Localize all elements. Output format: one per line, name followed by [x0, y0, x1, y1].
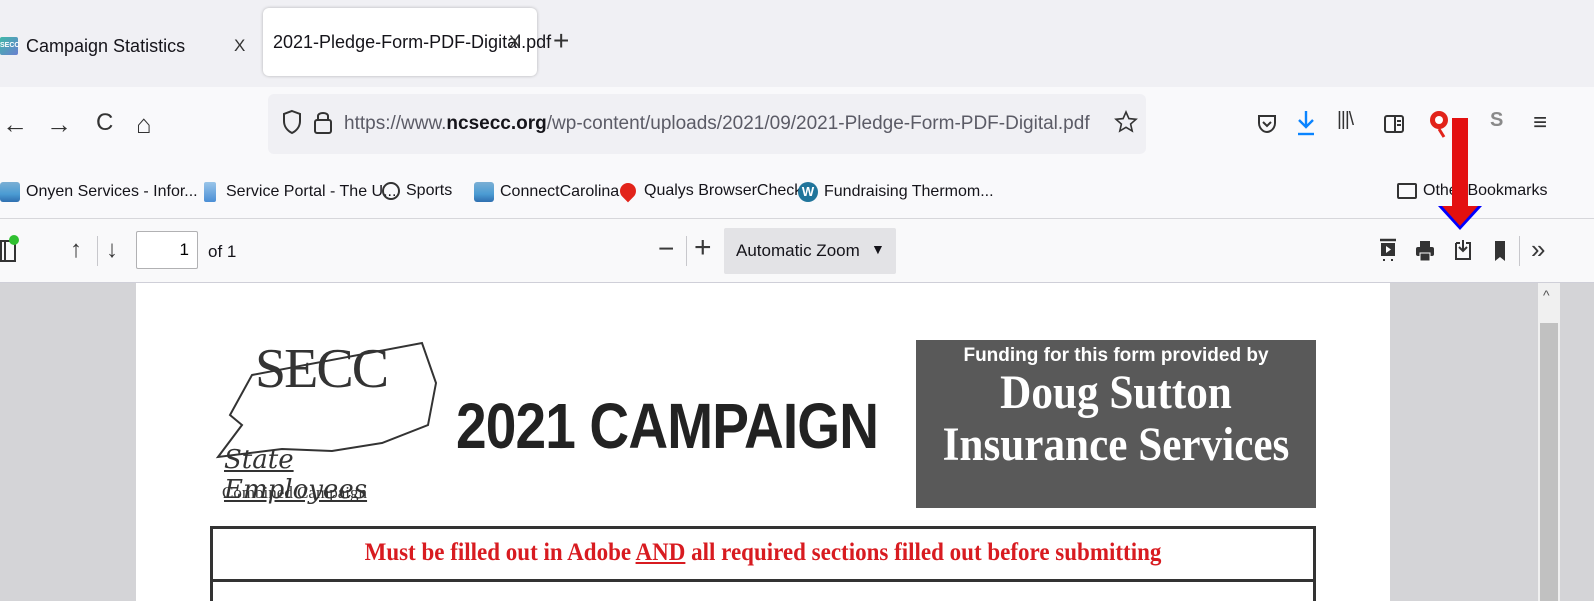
- home-button[interactable]: ⌂: [136, 109, 152, 140]
- toggle-sidebar-icon[interactable]: [0, 235, 20, 265]
- back-button[interactable]: ←: [2, 109, 28, 140]
- bookmark-connectcarolina[interactable]: ConnectCarolina: [474, 182, 619, 202]
- close-tab-icon[interactable]: X: [234, 36, 245, 56]
- bookmark-label: Qualys BrowserCheck: [644, 182, 803, 199]
- bookmarks-bar: Onyen Services - Infor... Service Portal…: [0, 167, 1594, 219]
- tracking-shield-icon[interactable]: [282, 109, 302, 135]
- bookmark-other-bookmarks[interactable]: Other Bookmarks: [1397, 182, 1547, 200]
- funding-box: Funding for this form provided by Doug S…: [916, 340, 1316, 508]
- zoom-out-button[interactable]: −: [658, 233, 674, 265]
- navigation-toolbar: ← → C ⌂ https://www.ncsecc.org/wp-conten…: [0, 87, 1594, 167]
- sidebar-icon[interactable]: [1383, 113, 1405, 135]
- tab-strip: SECC Campaign Statistics X 2021-Pledge-F…: [0, 0, 1594, 87]
- pdf-viewer[interactable]: SECC State Employees Combined Campaign 2…: [0, 283, 1594, 601]
- toolbar-separator: [686, 236, 687, 266]
- bookmark-star-icon[interactable]: [1114, 109, 1138, 135]
- url-path: /wp-content/uploads/2021/09/2021-Pledge-…: [546, 113, 1090, 134]
- qualys-extension-icon[interactable]: [1428, 109, 1450, 139]
- wordpress-icon: W: [798, 182, 818, 202]
- notice-pre: Must be filled out in Adobe: [364, 539, 636, 566]
- scroll-up-icon[interactable]: ^: [1543, 287, 1550, 303]
- tab-pledge-form-pdf[interactable]: 2021-Pledge-Form-PDF-Digital.pdf X: [263, 8, 551, 76]
- new-tab-button[interactable]: +: [553, 25, 569, 57]
- close-tab-icon[interactable]: X: [509, 32, 520, 52]
- url-text[interactable]: https://www.ncsecc.org/wp-content/upload…: [344, 113, 1090, 135]
- page-count: of 1: [208, 242, 237, 261]
- presentation-mode-icon[interactable]: [1378, 238, 1398, 264]
- zoom-select-value: Automatic Zoom: [736, 241, 860, 260]
- bookmark-service-portal[interactable]: Service Portal - The U...: [200, 182, 396, 202]
- bookmark-label: Service Portal - The U...: [226, 183, 397, 200]
- zoom-select[interactable]: Automatic Zoom ▼: [724, 228, 896, 274]
- globe-icon: [382, 182, 400, 200]
- menu-icon[interactable]: ≡: [1533, 109, 1547, 137]
- red-arrow-annotation: [1452, 118, 1468, 208]
- unc-icon: [474, 182, 494, 202]
- pdf-page: SECC State Employees Combined Campaign 2…: [136, 283, 1390, 601]
- page-number-input[interactable]: [136, 231, 198, 269]
- pocket-icon[interactable]: [1256, 113, 1278, 135]
- tools-more-icon[interactable]: »: [1531, 234, 1545, 265]
- notice-text: Must be filled out in Adobe AND all requ…: [257, 539, 1269, 567]
- bookmark-icon[interactable]: [1493, 239, 1507, 263]
- bookmark-onyen-services[interactable]: Onyen Services - Infor...: [0, 182, 198, 202]
- bookmark-sports[interactable]: Sports: [382, 182, 452, 200]
- toolbar-separator: [97, 236, 98, 266]
- previous-page-icon[interactable]: ↑: [70, 236, 82, 264]
- extension-s-icon[interactable]: S: [1490, 109, 1503, 132]
- bookmark-label: Fundraising Thermom...: [824, 183, 994, 200]
- portal-icon: [204, 182, 216, 202]
- downloads-icon[interactable]: [1295, 109, 1317, 137]
- lock-icon[interactable]: [313, 108, 333, 136]
- tab-campaign-statistics[interactable]: SECC Campaign Statistics X: [0, 22, 258, 70]
- bookmark-label: Other Bookmarks: [1423, 182, 1548, 199]
- tab-title: Campaign Statistics: [26, 35, 186, 56]
- library-icon[interactable]: |||\: [1337, 109, 1354, 131]
- bookmark-fundraising-thermometer[interactable]: W Fundraising Thermom...: [798, 182, 994, 202]
- logo-subtitle: Combined Campaign: [222, 483, 367, 502]
- unc-icon: [0, 182, 20, 202]
- bookmark-label: Sports: [406, 182, 453, 199]
- url-prefix: https://www.: [344, 113, 447, 134]
- save-download-icon[interactable]: [1452, 238, 1474, 262]
- funding-name-line-2: Insurance Services: [942, 418, 1290, 471]
- funding-name-line-1: Doug Sutton: [1000, 366, 1232, 419]
- chevron-down-icon: ▼: [871, 241, 885, 257]
- logo-text: SECC: [255, 338, 389, 400]
- notice-post: all required sections filled out before …: [685, 539, 1162, 566]
- campaign-title: 2021 CAMPAIGN: [456, 390, 879, 462]
- url-domain: ncsecc.org: [446, 113, 547, 134]
- bookmark-label: ConnectCarolina: [500, 183, 620, 200]
- toolbar-separator: [1519, 236, 1520, 266]
- url-bar[interactable]: https://www.ncsecc.org/wp-content/upload…: [268, 94, 1146, 154]
- secc-favicon-icon: SECC: [0, 37, 19, 55]
- bookmark-qualys-browsercheck[interactable]: Qualys BrowserCheck: [616, 179, 803, 203]
- forward-button[interactable]: →: [46, 109, 72, 140]
- print-icon[interactable]: [1414, 239, 1436, 263]
- folder-icon: [1397, 183, 1417, 199]
- secc-logo: SECC State Employees Combined Campaign: [212, 333, 442, 508]
- zoom-in-button[interactable]: +: [694, 231, 712, 265]
- scrollbar-thumb[interactable]: [1540, 323, 1558, 601]
- qualys-icon: [616, 179, 640, 203]
- funding-line: Funding for this form provided by: [963, 345, 1269, 366]
- notice-and: AND: [635, 539, 686, 566]
- next-page-icon[interactable]: ↓: [106, 236, 118, 264]
- pdf-toolbar: ↑ ↓ of 1 − + Automatic Zoom ▼ »: [0, 219, 1594, 283]
- notice-box: Must be filled out in Adobe AND all requ…: [210, 526, 1316, 601]
- reload-button[interactable]: C: [96, 109, 113, 137]
- bookmark-label: Onyen Services - Infor...: [26, 183, 198, 200]
- red-arrow-head: [1442, 206, 1478, 226]
- notice-divider: [213, 579, 1313, 582]
